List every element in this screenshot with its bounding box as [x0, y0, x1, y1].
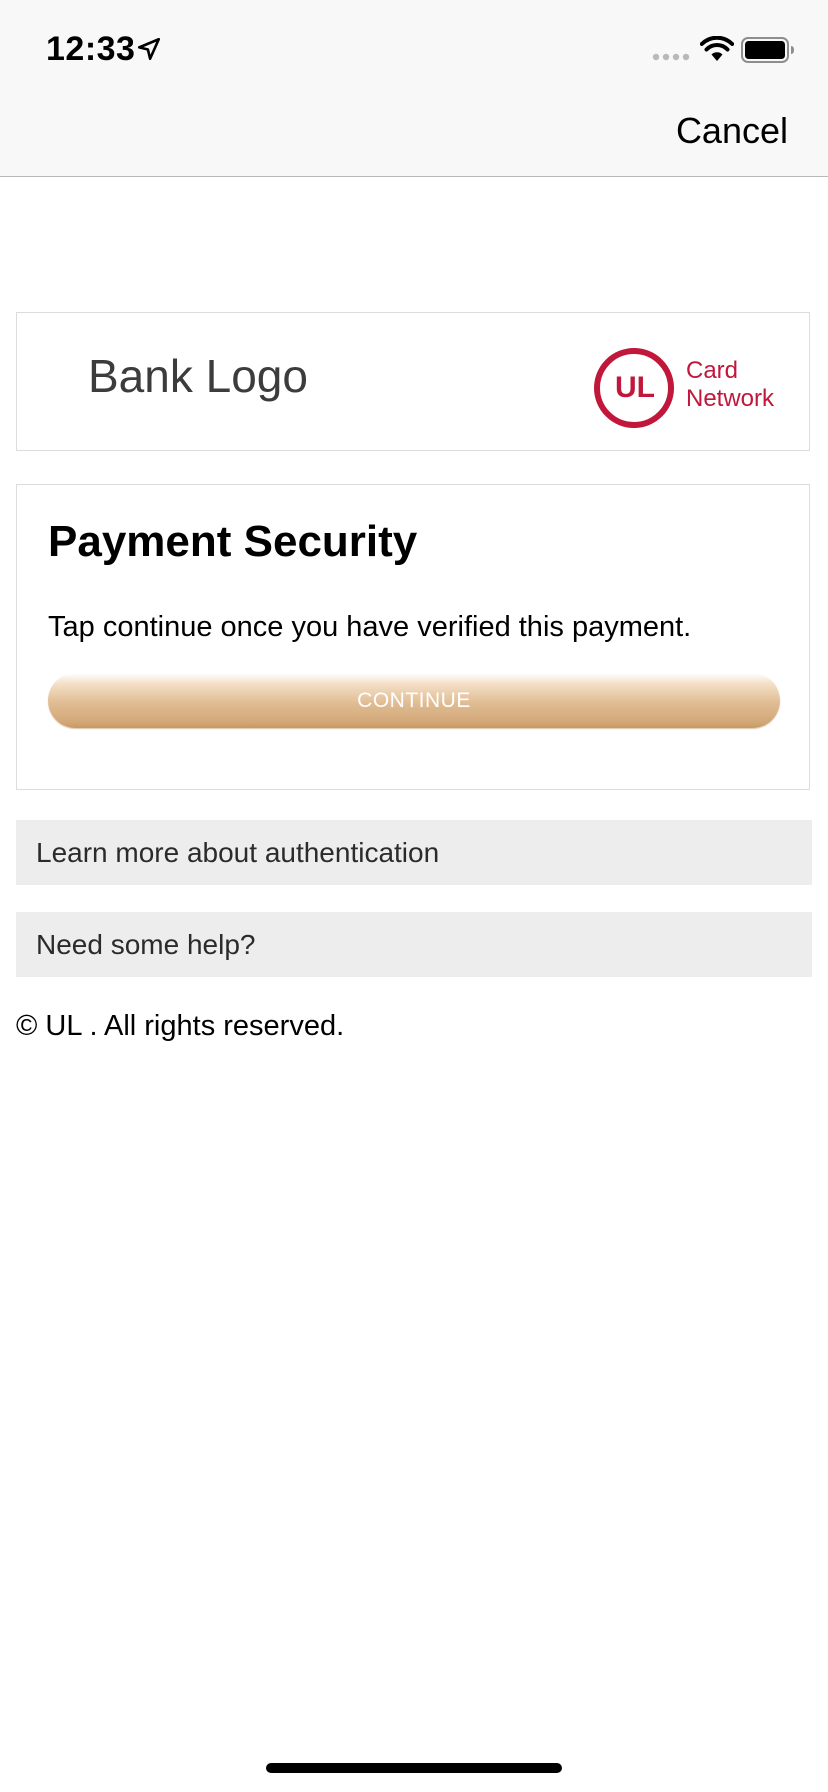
learn-more-row[interactable]: Learn more about authentication — [16, 820, 812, 885]
svg-text:UL: UL — [615, 371, 655, 404]
help-row[interactable]: Need some help? — [16, 912, 812, 977]
signal-dots-icon — [652, 53, 690, 61]
cancel-button[interactable]: Cancel — [676, 110, 788, 152]
logo-header: Bank Logo UL Card Network — [16, 312, 810, 451]
learn-more-label: Learn more about authentication — [36, 837, 440, 868]
help-label: Need some help? — [36, 929, 256, 960]
status-time: 12:33 — [46, 30, 136, 68]
page-title: Payment Security — [48, 517, 418, 566]
wifi-icon — [700, 36, 734, 61]
continue-button[interactable]: CONTINUE — [48, 673, 780, 728]
top-bar: 12:33 Cancel — [0, 0, 828, 177]
card-network-label: Card Network — [686, 357, 774, 413]
card-network-line1: Card — [686, 357, 739, 384]
bank-logo: Bank Logo — [88, 350, 308, 402]
copyright-text: © UL . All rights reserved. — [16, 1010, 345, 1042]
location-arrow-icon — [137, 37, 161, 61]
payment-security-card: Payment Security Tap continue once you h… — [16, 484, 810, 790]
battery-icon — [741, 37, 794, 63]
ul-logo-icon: UL — [594, 348, 674, 428]
card-network-line2: Network — [686, 385, 775, 412]
instruction-text: Tap continue once you have verified this… — [48, 611, 692, 643]
home-indicator[interactable] — [266, 1763, 562, 1773]
